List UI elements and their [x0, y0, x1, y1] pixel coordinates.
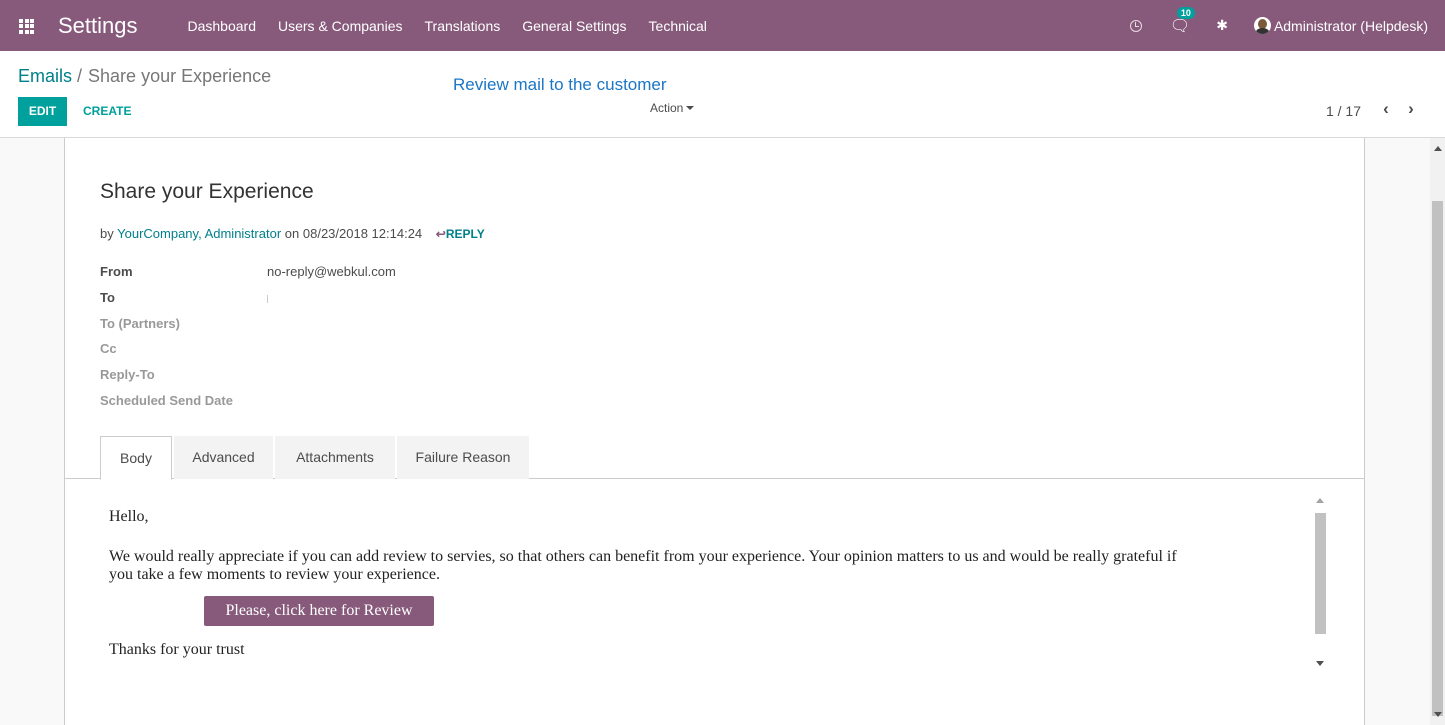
to-partners-label: To (Partners): [100, 316, 180, 331]
action-dropdown[interactable]: Action: [650, 101, 695, 115]
create-button[interactable]: CREATE: [83, 97, 131, 126]
reply-to-label: Reply-To: [100, 367, 155, 382]
chat-icon[interactable]: 🗨 10: [1170, 6, 1195, 36]
annotation-text: Review mail to the customer: [453, 75, 667, 94]
breadcrumb: Emails / Share your Experience: [18, 66, 271, 87]
main-menu: Dashboard Users & Companies Translations…: [188, 18, 729, 34]
scroll-thumb[interactable]: [1315, 513, 1326, 634]
app-brand[interactable]: Settings: [58, 13, 138, 39]
action-label: Action: [650, 101, 684, 115]
clock-icon[interactable]: [1129, 19, 1142, 32]
body-closing: Thanks for your trust: [109, 641, 245, 658]
menu-translations[interactable]: Translations: [425, 18, 501, 34]
reply-icon: ↩: [435, 227, 446, 241]
tab-failure-reason[interactable]: Failure Reason: [397, 436, 529, 479]
page-scroll-down-arrow[interactable]: [1434, 712, 1442, 717]
tab-advanced[interactable]: Advanced: [174, 436, 273, 479]
from-value: no-reply@webkul.com: [267, 264, 396, 279]
scroll-down-arrow[interactable]: [1316, 661, 1324, 666]
page-scroll-thumb[interactable]: [1432, 201, 1443, 716]
cc-label: Cc: [100, 341, 117, 356]
form-sheet: Share your Experience by YourCompany, Ad…: [64, 138, 1365, 725]
messages-badge: 10: [1176, 6, 1195, 19]
top-navbar: Settings Dashboard Users & Companies Tra…: [0, 0, 1445, 51]
reply-button[interactable]: ↩REPLY: [436, 227, 485, 241]
reply-label: REPLY: [445, 227, 485, 241]
navbar-systray: 🗨 10 ✱ Administrator (Helpdesk): [1129, 0, 1445, 51]
body-scrollbar[interactable]: [1313, 496, 1327, 672]
email-body: Hello, We would really appreciate if you…: [109, 500, 1329, 672]
pager-next-button[interactable]: ›: [1404, 100, 1418, 118]
breadcrumb-separator: /: [77, 66, 83, 86]
notebook-tabs: Body Advanced Attachments Failure Reason: [65, 436, 1365, 480]
page-scrollbar[interactable]: [1430, 138, 1445, 725]
control-panel: Emails / Share your Experience Review ma…: [0, 51, 1445, 138]
by-prefix: by: [100, 226, 114, 241]
body-greeting: Hello,: [109, 508, 149, 525]
scheduled-date-label: Scheduled Send Date: [100, 393, 233, 408]
body-paragraph-line1: We would really appreciate if you can ad…: [109, 548, 1177, 565]
to-label: To: [100, 290, 115, 305]
date-prefix: on: [284, 226, 300, 241]
review-link-button[interactable]: Please, click here for Review: [204, 596, 434, 626]
menu-general-settings[interactable]: General Settings: [522, 18, 626, 34]
tab-body[interactable]: Body: [100, 436, 172, 480]
breadcrumb-emails[interactable]: Emails: [18, 66, 72, 87]
menu-technical[interactable]: Technical: [649, 18, 707, 34]
menu-dashboard[interactable]: Dashboard: [188, 18, 257, 34]
user-menu[interactable]: Administrator (Helpdesk): [1274, 18, 1428, 34]
pager-previous-button[interactable]: ‹: [1379, 100, 1393, 118]
menu-users-companies[interactable]: Users & Companies: [278, 18, 403, 34]
body-paragraph-line2: you take a few moments to review your ex…: [109, 566, 440, 583]
author-link[interactable]: YourCompany, Administrator: [117, 226, 281, 241]
tab-attachments[interactable]: Attachments: [275, 436, 395, 479]
page-scroll-up-arrow[interactable]: [1434, 146, 1442, 151]
from-label: From: [100, 264, 133, 279]
to-value: [267, 295, 268, 303]
message-byline: by YourCompany, Administrator on 08/23/2…: [100, 226, 485, 241]
pager-value: 1 / 17: [1325, 103, 1361, 119]
scroll-up-arrow[interactable]: [1316, 498, 1324, 503]
apps-grid-icon[interactable]: [19, 18, 37, 34]
message-date: 08/23/2018 12:14:24: [302, 226, 423, 241]
message-subject: Share your Experience: [100, 180, 314, 203]
avatar[interactable]: [1253, 17, 1271, 34]
bug-icon[interactable]: ✱: [1216, 17, 1228, 34]
breadcrumb-current: Share your Experience: [88, 66, 272, 86]
edit-button[interactable]: EDIT: [18, 97, 67, 126]
caret-down-icon: [686, 106, 695, 110]
